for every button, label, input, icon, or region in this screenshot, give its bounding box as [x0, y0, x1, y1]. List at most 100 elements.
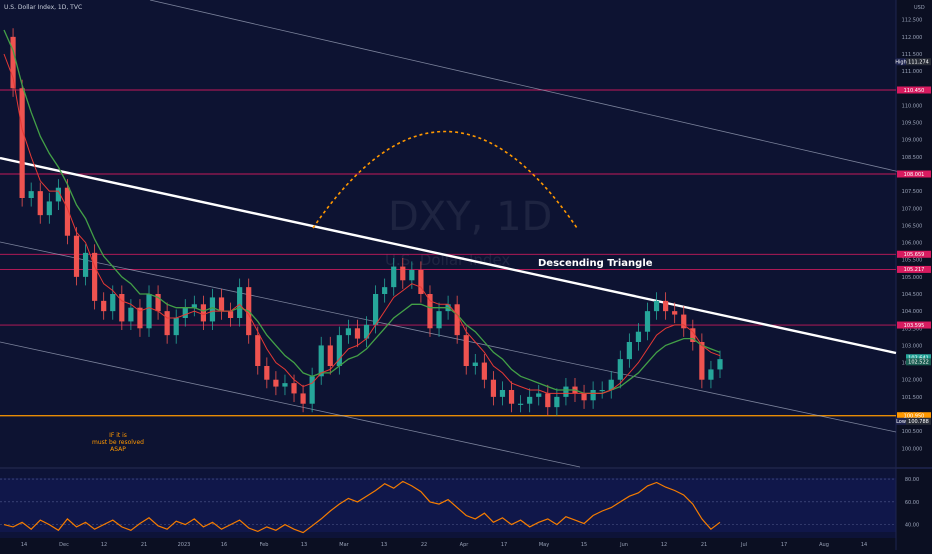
- candle-body-8: [73, 235, 80, 277]
- candle-body-77: [699, 342, 705, 380]
- candle-body-58: [527, 396, 533, 404]
- candle-body-28: [255, 335, 261, 366]
- watermark-name: U.S. Dollar Index: [385, 251, 510, 269]
- axis-tag-label-0: High: [895, 60, 907, 66]
- oscillator-band: [0, 478, 896, 532]
- time-tick-10: 22: [421, 542, 427, 548]
- level-tag-2: 105.659: [904, 252, 925, 258]
- candle-body-79: [717, 359, 723, 370]
- level-tag-3: 105.217: [904, 267, 925, 273]
- watermark-symbol: DXY, 1D: [388, 194, 552, 240]
- time-tick-1: Dec: [59, 542, 69, 548]
- time-tick-5: 16: [221, 542, 227, 548]
- time-tick-14: 15: [581, 542, 587, 548]
- price-tick-8: 108.500: [902, 155, 923, 161]
- candle-body-74: [672, 311, 678, 315]
- time-tick-12: 17: [501, 542, 507, 548]
- candle-body-32: [291, 383, 297, 394]
- candle-body-73: [663, 300, 669, 312]
- candle-body-3: [28, 191, 34, 198]
- candle-body-24: [218, 297, 225, 312]
- level-tag-1: 108.001: [904, 172, 925, 178]
- price-tick-7: 109.000: [902, 138, 923, 144]
- dxy-chart[interactable]: U.S. Dollar Index, 1D, TVC USD DXY, 1D U…: [0, 0, 932, 550]
- candle-body-60: [545, 393, 551, 408]
- candle-body-42: [382, 287, 388, 294]
- candle-body-11: [101, 300, 107, 312]
- candle-body-66: [599, 390, 605, 392]
- level-tag-4: 103.595: [904, 323, 925, 329]
- price-tick-15: 105.000: [902, 275, 923, 281]
- price-tick-11: 107.000: [902, 206, 923, 212]
- candle-body-68: [617, 359, 623, 380]
- candle-body-30: [273, 379, 279, 387]
- candle-body-62: [563, 386, 569, 397]
- candle-body-31: [282, 383, 288, 387]
- time-tick-6: Feb: [260, 542, 269, 548]
- price-tick-10: 107.500: [902, 189, 923, 195]
- candle-body-29: [264, 366, 270, 380]
- time-tick-16: 12: [661, 542, 667, 548]
- candle-body-51: [463, 335, 469, 366]
- level-tag-0: 110.450: [904, 88, 925, 94]
- candle-body-59: [536, 393, 542, 397]
- candle-body-36: [327, 345, 333, 366]
- price-tick-13: 106.000: [902, 241, 923, 247]
- price-tick-6: 109.500: [902, 121, 923, 127]
- candle-body-69: [626, 342, 632, 360]
- candle-body-18: [164, 311, 170, 336]
- note-line-1: IF it is: [109, 432, 127, 439]
- note-line-2: must be resolved: [92, 439, 144, 446]
- time-tick-19: 17: [781, 542, 787, 548]
- osc-tick-1: 60.00: [905, 500, 919, 506]
- axis-tag-value-0: 111.274: [908, 60, 929, 66]
- price-tick-1: 112.000: [902, 35, 923, 41]
- price-tick-12: 106.500: [902, 223, 923, 229]
- time-tick-4: 2023: [178, 542, 191, 548]
- time-tick-20: Aug: [819, 542, 829, 548]
- candle-body-7: [64, 187, 71, 236]
- price-tick-17: 104.000: [902, 309, 923, 315]
- candle-body-38: [345, 328, 352, 336]
- candle-body-78: [708, 369, 714, 380]
- price-tick-19: 103.000: [902, 343, 923, 349]
- price-tick-21: 102.000: [902, 378, 923, 384]
- axis-tag-value-3: 100.788: [908, 419, 929, 425]
- axis-tag-value-2: 102.522: [908, 360, 929, 366]
- axis-tag-label-3: Low: [896, 419, 906, 425]
- time-tick-11: Apr: [460, 542, 470, 548]
- candle-body-23: [209, 297, 216, 322]
- candle-body-43: [391, 266, 397, 288]
- time-tick-17: 21: [701, 542, 707, 548]
- candle-body-20: [182, 307, 188, 318]
- price-tick-0: 112.500: [902, 18, 923, 24]
- candle-body-35: [318, 345, 324, 377]
- candle-body-70: [635, 331, 642, 342]
- price-tick-2: 111.500: [902, 52, 923, 58]
- candle-body-16: [146, 294, 152, 329]
- candle-body-5: [46, 201, 52, 216]
- candle-body-65: [590, 390, 596, 401]
- candle-body-55: [499, 390, 506, 397]
- candle-body-64: [581, 393, 587, 401]
- price-tick-14: 105.500: [902, 258, 923, 264]
- candle-body-25: [227, 311, 234, 318]
- candle-body-44: [400, 266, 406, 281]
- candle-body-47: [427, 294, 433, 329]
- candle-body-2: [19, 88, 25, 198]
- candle-body-56: [508, 390, 515, 404]
- time-tick-2: 12: [101, 542, 107, 548]
- candle-body-45: [409, 270, 415, 281]
- candle-body-71: [644, 311, 651, 332]
- candle-body-10: [92, 252, 98, 301]
- time-tick-18: Jul: [740, 542, 747, 548]
- candle-body-54: [490, 379, 497, 397]
- osc-tick-2: 40.00: [905, 523, 919, 529]
- time-tick-21: 14: [861, 542, 867, 548]
- candle-body-9: [82, 252, 89, 277]
- candle-body-57: [518, 403, 524, 405]
- time-tick-0: 14: [21, 542, 27, 548]
- time-tick-13: May: [539, 542, 549, 548]
- candle-body-26: [237, 287, 243, 318]
- candle-body-12: [110, 294, 116, 312]
